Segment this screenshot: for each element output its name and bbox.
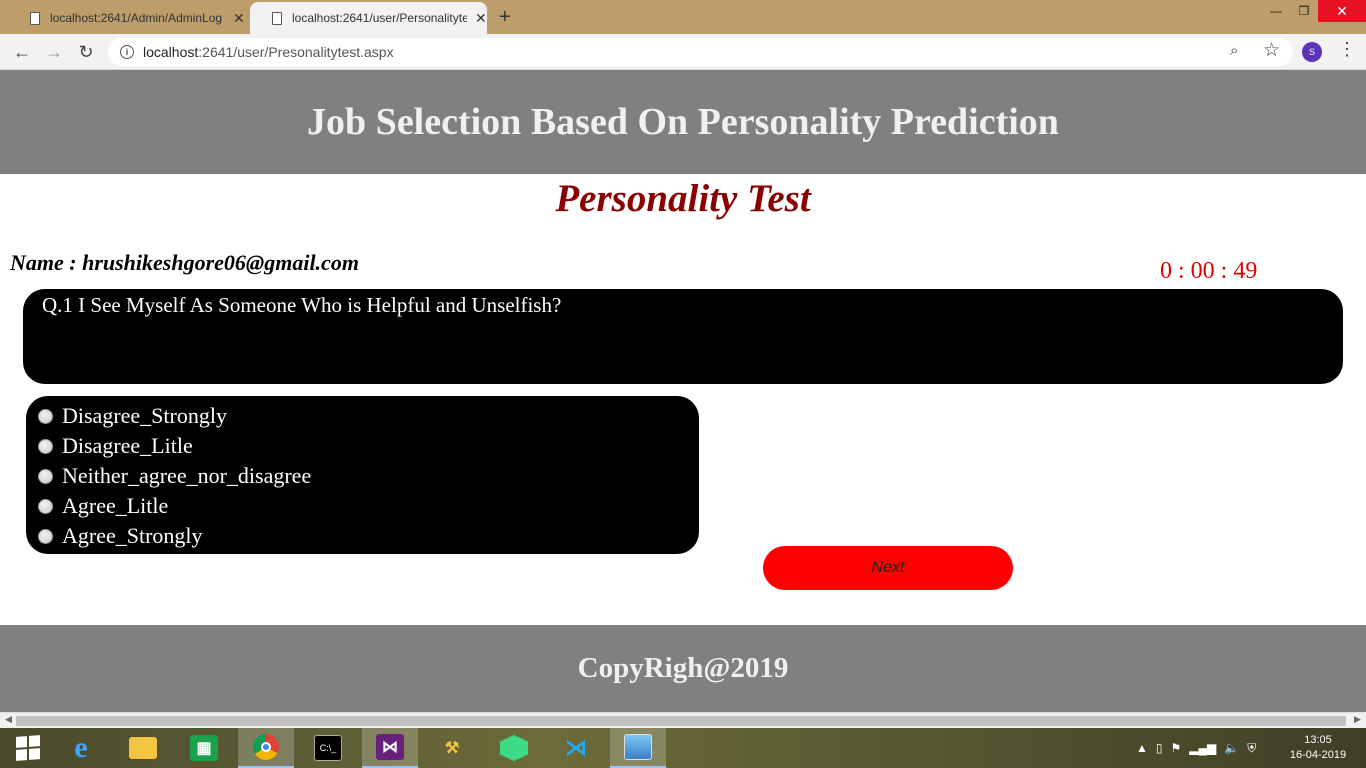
- close-icon[interactable]: ✕: [475, 10, 487, 27]
- store-icon[interactable]: ▦: [176, 728, 232, 768]
- bookmark-star-icon[interactable]: ☆: [1263, 39, 1280, 62]
- signal-icon[interactable]: ▂▄▆: [1189, 741, 1216, 755]
- copyright-text: CopyRigh@2019: [577, 652, 789, 684]
- windows-taskbar: e ▦ C:\_ ⋈ ⚒ ⋊ ▲ ▯ ⚑ ▂▄▆ 🔈 ⛨ 13:05 16-04…: [0, 728, 1366, 768]
- option-label: Agree_Strongly: [62, 523, 203, 548]
- option-agree-strongly[interactable]: Agree_Strongly: [26, 521, 699, 551]
- radio-button[interactable]: [38, 408, 53, 424]
- clock-date: 16-04-2019: [1289, 749, 1347, 761]
- url-path: :2641/user/Presonalitytest.aspx: [198, 44, 394, 60]
- site-header: Job Selection Based On Personality Predi…: [0, 70, 1366, 174]
- radio-button[interactable]: [38, 498, 53, 514]
- security-shield-icon[interactable]: ⛨: [1247, 741, 1256, 756]
- start-icon[interactable]: [0, 728, 56, 768]
- restore-icon[interactable]: ❐: [1290, 0, 1318, 22]
- forward-arrow-icon[interactable]: →: [42, 40, 66, 64]
- option-label: Disagree_Litle: [62, 433, 193, 458]
- scroll-right-icon[interactable]: ▶: [1354, 714, 1361, 725]
- site-title: Job Selection Based On Personality Predi…: [307, 101, 1059, 143]
- answer-options-panel: Disagree_Strongly Disagree_Litle Neither…: [26, 396, 699, 554]
- tools-icon[interactable]: ⚒: [424, 728, 480, 768]
- question-panel: Q.1 I See Myself As Someone Who is Helpf…: [23, 289, 1343, 384]
- next-button[interactable]: Next: [763, 546, 1013, 590]
- reload-icon[interactable]: ↻: [74, 40, 98, 64]
- scrollbar-thumb[interactable]: [16, 716, 1346, 726]
- device-icon[interactable]: ▯: [1156, 741, 1163, 755]
- visual-studio-icon[interactable]: ⋈: [362, 728, 418, 768]
- option-label: Neither_agree_nor_disagree: [62, 463, 312, 488]
- option-label: Disagree_Strongly: [62, 403, 227, 428]
- show-hidden-icons-icon[interactable]: ▲: [1136, 741, 1148, 755]
- window-close-icon[interactable]: ✕: [1318, 0, 1366, 22]
- clock-time: 13:05: [1304, 734, 1332, 746]
- info-icon[interactable]: i: [120, 45, 134, 59]
- page-icon: [272, 11, 282, 25]
- url-host: localhost: [143, 44, 199, 60]
- radio-button[interactable]: [38, 438, 53, 454]
- system-tray: ▲ ▯ ⚑ ▂▄▆ 🔈 ⛨: [1136, 728, 1256, 768]
- countdown-timer: 0 : 00 : 49: [1160, 258, 1258, 284]
- page-heading: Personality Test: [555, 177, 811, 220]
- close-icon[interactable]: ✕: [233, 10, 245, 27]
- new-tab-icon[interactable]: +: [499, 6, 511, 29]
- tab-title: localhost:2641/Admin/AdminLog: [50, 11, 223, 25]
- vscode-icon[interactable]: ⋊: [548, 728, 604, 768]
- photos-icon[interactable]: [610, 728, 666, 768]
- question-text: Q.1 I See Myself As Someone Who is Helpf…: [42, 293, 562, 317]
- internet-explorer-icon[interactable]: e: [53, 728, 109, 768]
- horizontal-scrollbar[interactable]: ◀ ▶: [0, 712, 1366, 728]
- option-disagree-strongly[interactable]: Disagree_Strongly: [26, 401, 699, 431]
- profile-avatar[interactable]: S: [1302, 42, 1322, 62]
- android-studio-icon[interactable]: [486, 728, 542, 768]
- option-disagree-litle[interactable]: Disagree_Litle: [26, 431, 699, 461]
- network-status-icon[interactable]: ⚑: [1171, 741, 1182, 755]
- browser-tab-admin[interactable]: localhost:2641/Admin/AdminLog ✕: [8, 2, 248, 34]
- option-agree-litle[interactable]: Agree_Litle: [26, 491, 699, 521]
- browser-toolbar: ← → ↻ i localhost:2641/user/Presonalityt…: [0, 34, 1366, 70]
- radio-button[interactable]: [38, 528, 53, 544]
- option-neither[interactable]: Neither_agree_nor_disagree: [26, 461, 699, 491]
- site-footer: CopyRigh@2019: [0, 625, 1366, 712]
- file-explorer-icon[interactable]: [115, 728, 171, 768]
- browser-tab-bar: localhost:2641/Admin/AdminLog ✕ localhos…: [0, 0, 1366, 34]
- chrome-icon[interactable]: [238, 728, 294, 768]
- scroll-left-icon[interactable]: ◀: [5, 714, 12, 725]
- minimize-icon[interactable]: —: [1262, 0, 1290, 22]
- page-icon: [30, 11, 40, 25]
- menu-dots-icon[interactable]: ⋮: [1338, 39, 1356, 60]
- browser-tab-personality[interactable]: localhost:2641/user/Personalityte ✕: [250, 2, 487, 34]
- cmd-icon[interactable]: C:\_: [300, 728, 356, 768]
- radio-button[interactable]: [38, 468, 53, 484]
- tab-title: localhost:2641/user/Personalityte: [292, 11, 467, 25]
- volume-icon[interactable]: 🔈: [1224, 741, 1239, 755]
- address-bar[interactable]: i localhost:2641/user/Presonalitytest.as…: [108, 38, 1293, 66]
- back-arrow-icon[interactable]: ←: [10, 40, 34, 64]
- zoom-icon[interactable]: ⌕: [1230, 42, 1238, 59]
- system-clock[interactable]: 13:05 16-04-2019: [1288, 733, 1348, 763]
- option-label: Agree_Litle: [62, 493, 169, 518]
- user-name-label: Name : hrushikeshgore06@gmail.com: [10, 250, 359, 275]
